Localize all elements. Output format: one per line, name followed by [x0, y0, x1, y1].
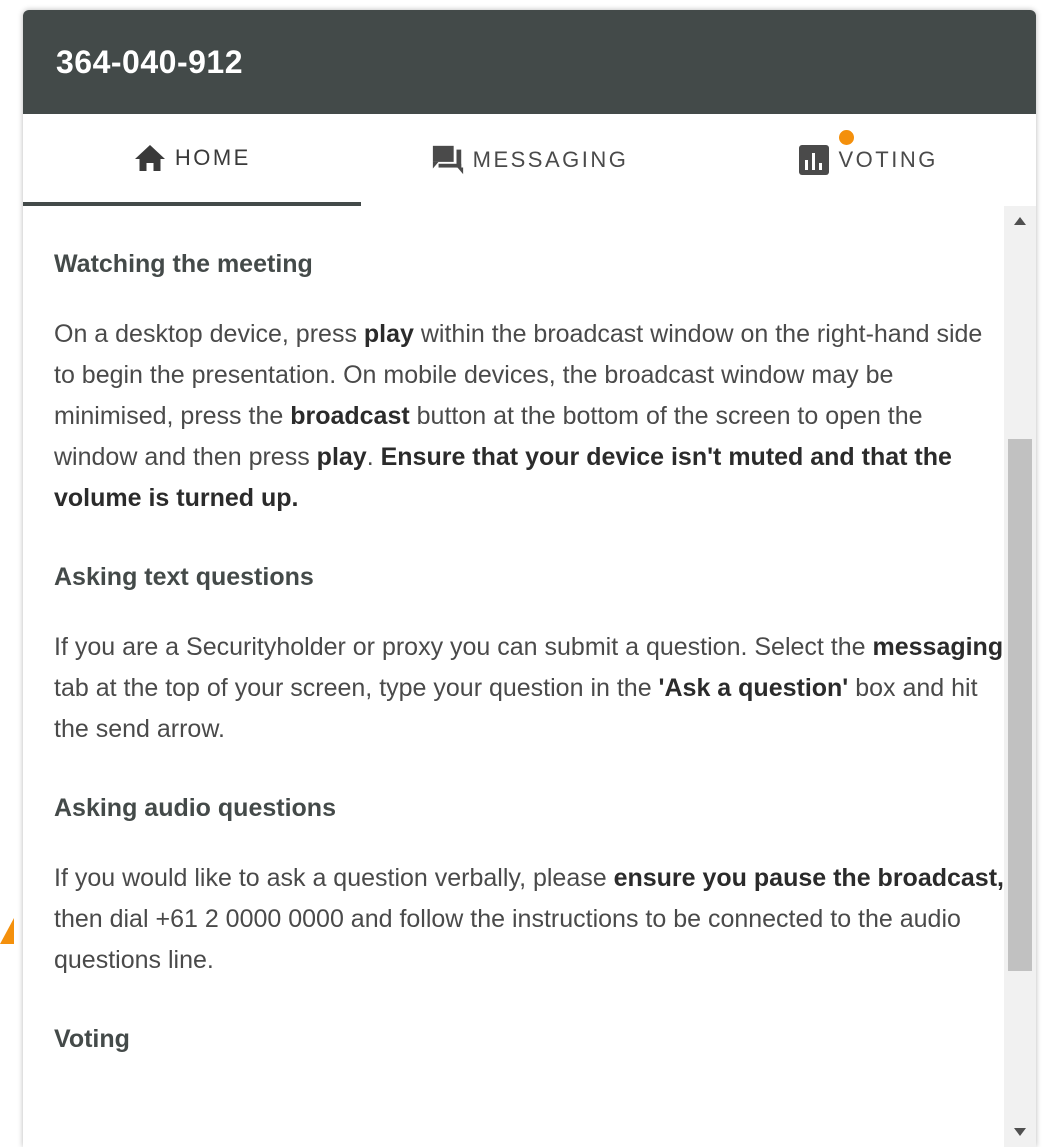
text-run: If you would like to ask a question verb… [54, 864, 614, 892]
tab-messaging[interactable]: MESSAGING [361, 114, 699, 206]
home-icon [133, 141, 167, 175]
tab-messaging-label: MESSAGING [472, 147, 629, 172]
bold-text: play [316, 443, 367, 471]
section-paragraph: On a desktop device, press play within t… [54, 314, 1004, 519]
text-run: . [366, 443, 381, 471]
tab-home[interactable]: HOME [23, 114, 361, 206]
arrow-up-icon [1014, 217, 1026, 225]
bold-text: 'Ask a question' [658, 674, 849, 702]
bold-text: play [363, 320, 414, 348]
tab-bar: HOME MESSAGING VOTING [23, 114, 1036, 206]
meeting-id-title: 364-040-912 [56, 43, 243, 80]
text-run: then dial +61 2 0000 0000 and follow the… [54, 905, 961, 974]
section-heading: Asking audio questions [54, 794, 336, 822]
bar-chart-icon [797, 143, 831, 177]
tab-home-label: HOME [174, 145, 251, 170]
arrow-hint-icon [0, 918, 14, 944]
tab-voting-label: VOTING [838, 147, 938, 172]
section-paragraph: If you are a Securityholder or proxy you… [54, 627, 1004, 750]
chat-icon [431, 143, 465, 177]
bold-text: broadcast [290, 402, 410, 430]
section-heading: Asking text questions [54, 563, 314, 591]
tab-voting[interactable]: VOTING [698, 114, 1036, 206]
text-run: On a desktop device, press [54, 320, 364, 348]
bold-text: ensure you pause the broadcast, [613, 864, 1004, 892]
panel-header: 364-040-912 [23, 10, 1036, 114]
scroll-up-button[interactable] [1004, 206, 1036, 236]
content-scroll-area[interactable]: Watching the meeting On a desktop device,… [23, 206, 1036, 1147]
notification-dot [839, 130, 855, 145]
section-paragraph: If you would like to ask a question verb… [54, 858, 1004, 981]
scroll-down-button[interactable] [1004, 1117, 1036, 1147]
section-heading: Watching the meeting [54, 250, 313, 278]
help-content: Watching the meeting On a desktop device,… [54, 206, 1004, 1060]
text-run: tab at the top of your screen, type your… [54, 674, 659, 702]
text-run: If you are a Securityholder or proxy you… [54, 633, 873, 661]
section-heading: Voting [54, 1025, 130, 1053]
scrollbar-thumb[interactable] [1008, 439, 1032, 971]
arrow-down-icon [1014, 1128, 1026, 1136]
meeting-panel: 364-040-912 HOME MESSAGING VOTING Watchi… [23, 10, 1036, 1147]
bold-text: messaging [872, 633, 1004, 661]
vertical-scrollbar[interactable] [1004, 206, 1036, 1147]
